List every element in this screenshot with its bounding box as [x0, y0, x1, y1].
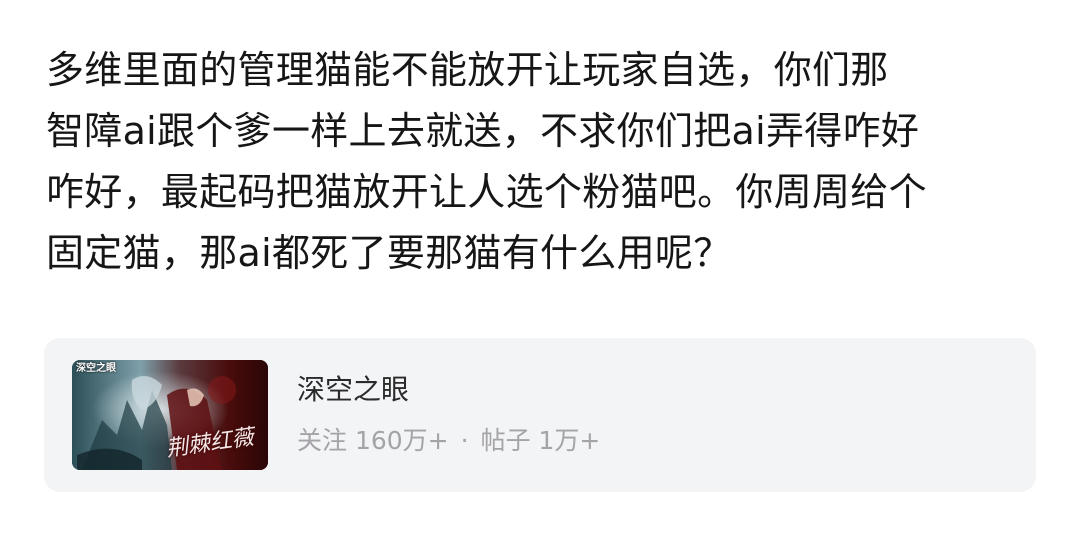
forum-card[interactable]: 深空之眼 荆棘红薇 深空之眼 关注 160万+ · 帖子 1万+ — [44, 338, 1036, 492]
post-text-line: 多维里面的管理猫能不能放开让玩家自选，你们那 — [46, 48, 889, 92]
post-content: 多维里面的管理猫能不能放开让玩家自选，你们那 智障ai跟个爹一样上去就送，不求你… — [46, 40, 1046, 284]
forum-cover-image: 深空之眼 荆棘红薇 — [72, 360, 268, 470]
cover-logo-text: 深空之眼 — [76, 363, 116, 374]
posts-count: 帖子 1万+ — [480, 426, 601, 455]
forum-name: 深空之眼 — [297, 373, 410, 406]
forum-stats: 关注 160万+ · 帖子 1万+ — [297, 424, 600, 458]
stats-separator: · — [460, 426, 469, 455]
post-text-line: 智障ai跟个爹一样上去就送，不求你们把ai弄得咋好 — [46, 109, 920, 153]
followers-count: 关注 160万+ — [297, 426, 449, 455]
post-text-line: 咋好，最起码把猫放开让人选个粉猫吧。你周周给个 — [46, 170, 927, 214]
post-text-line: 固定猫，那ai都死了要那猫有什么用呢？ — [46, 231, 732, 275]
